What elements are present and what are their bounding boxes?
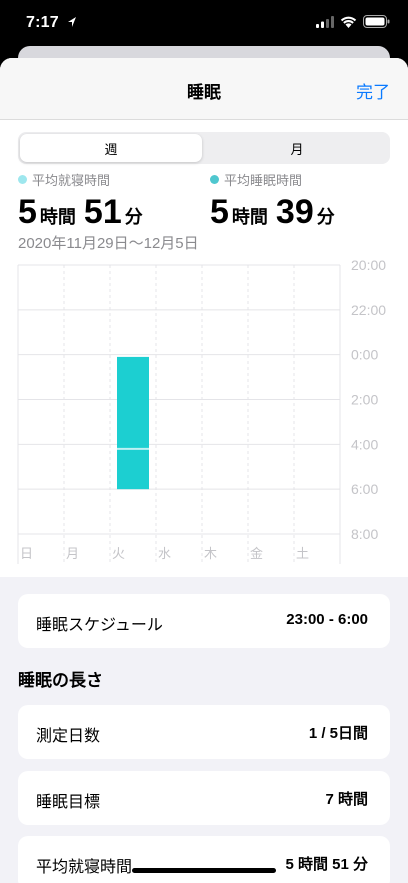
sleep-schedule-value: 23:00 - 6:00 — [286, 611, 368, 628]
y-tick-label: 20:00 — [351, 257, 386, 273]
sleep-bar — [117, 356, 149, 490]
y-tick-label: 0:00 — [351, 347, 378, 363]
x-tick-label: 金 — [250, 546, 263, 561]
x-tick-label: 日 — [20, 546, 33, 561]
sleep-schedule-row[interactable]: 睡眠スケジュール 23:00 - 6:00 — [18, 594, 390, 648]
y-tick-label: 2:00 — [351, 392, 378, 408]
y-tick-label: 4:00 — [351, 436, 378, 452]
battery-icon — [363, 15, 390, 28]
home-indicator[interactable] — [132, 868, 276, 873]
list-item-value: 7 時間 — [325, 791, 368, 808]
y-tick-label: 6:00 — [351, 481, 378, 497]
list-item-value: 5 時間 51 分 — [285, 856, 368, 873]
status-bar: 7:17 — [0, 0, 408, 48]
sleep-schedule-label: 睡眠スケジュール — [36, 617, 163, 634]
list-item: 平均就寝時間 5 時間 51 分 — [18, 836, 390, 883]
sleep-chart: 20:00 22:00 0:00 2:00 4:00 6:00 8:00 日 月 火 水 木 金 土 — [17, 257, 386, 564]
status-indicators — [316, 15, 390, 28]
x-tick-label: 水 — [158, 546, 171, 561]
x-tick-label: 土 — [296, 546, 309, 561]
list-item-value: 1 / 5日間 — [308, 725, 368, 742]
location-arrow-icon — [68, 17, 76, 27]
list-item-label: 測定日数 — [36, 728, 101, 745]
y-tick-label: 8:00 — [351, 526, 378, 542]
x-tick-label: 火 — [112, 546, 125, 561]
x-tick-label: 月 — [66, 546, 79, 561]
x-tick-label: 木 — [204, 546, 217, 561]
sleep-sheet: 睡眠 完了 週 月 平均就寝時間 5 時間 51 分 平均睡眠時間 5 時間 3… — [0, 58, 408, 883]
list-item: 睡眠目標 7 時間 — [18, 771, 390, 825]
status-time: 7:17 — [26, 14, 59, 31]
list-item-label: 平均就寝時間 — [36, 859, 133, 876]
cellular-signal-icon — [316, 15, 334, 28]
y-tick-label: 22:00 — [351, 302, 386, 318]
list-item: 測定日数 1 / 5日間 — [18, 705, 390, 759]
section-title: 睡眠の長さ — [18, 671, 103, 690]
wifi-icon — [340, 16, 357, 28]
list-item-label: 睡眠目標 — [36, 794, 101, 811]
